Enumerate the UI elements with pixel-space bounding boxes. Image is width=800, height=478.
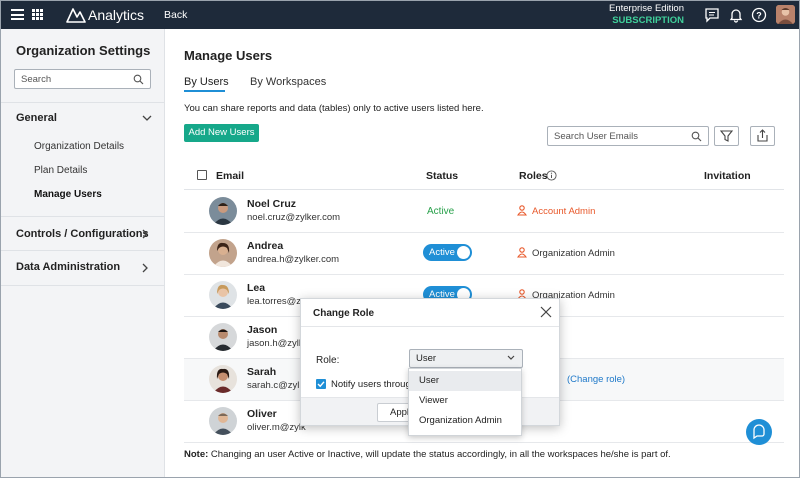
dialog-header: Change Role bbox=[301, 299, 559, 327]
filter-icon bbox=[719, 130, 734, 142]
tab-by-workspaces[interactable]: By Workspaces bbox=[250, 76, 326, 88]
back-link[interactable]: Back bbox=[164, 9, 187, 21]
select-all-checkbox[interactable] bbox=[197, 170, 207, 180]
info-text: You can share reports and data (tables) … bbox=[184, 103, 484, 114]
share-icon bbox=[757, 129, 768, 142]
user-email: noel.cruz@zylker.com bbox=[247, 212, 341, 223]
notify-checkbox[interactable] bbox=[316, 379, 326, 389]
sidebar-search bbox=[14, 69, 151, 89]
help-icon[interactable]: ? bbox=[751, 7, 767, 23]
role-label[interactable]: Account Admin bbox=[532, 206, 595, 217]
menu-icon[interactable] bbox=[11, 9, 24, 20]
user-name: Jason bbox=[247, 324, 278, 336]
dialog-title: Change Role bbox=[313, 308, 375, 319]
chevron-right-icon[interactable] bbox=[142, 229, 149, 239]
sidebar-item-manage-users[interactable]: Manage Users bbox=[34, 189, 102, 200]
user-role-icon bbox=[517, 247, 527, 258]
apps-grid-icon[interactable] bbox=[32, 9, 43, 20]
user-avatar[interactable] bbox=[776, 5, 795, 24]
sidebar-item-organization-details[interactable]: Organization Details bbox=[34, 141, 124, 152]
user-name: Oliver bbox=[247, 408, 277, 420]
sidebar-section-controls[interactable]: Controls / Configurations bbox=[16, 228, 149, 240]
avatar bbox=[209, 407, 237, 435]
role-option-viewer[interactable]: Viewer bbox=[409, 391, 521, 411]
add-new-users-button[interactable]: Add New Users bbox=[184, 124, 259, 142]
user-email: andrea.h@zylker.com bbox=[247, 254, 340, 265]
subscription-link[interactable]: SUBSCRIPTION bbox=[599, 15, 684, 27]
header-divider bbox=[184, 189, 784, 190]
svg-text:?: ? bbox=[756, 11, 762, 21]
avatar bbox=[209, 239, 237, 267]
user-email: oliver.m@zylk bbox=[247, 422, 306, 433]
user-role-icon bbox=[517, 205, 527, 216]
user-name: Sarah bbox=[247, 366, 277, 378]
close-icon[interactable] bbox=[540, 306, 552, 318]
column-header-status[interactable]: Status bbox=[426, 170, 458, 182]
edition-label: Enterprise Edition bbox=[609, 3, 684, 14]
role-dropdown-menu: User Viewer Organization Admin bbox=[408, 368, 522, 436]
role-field-label: Role: bbox=[316, 355, 340, 366]
app-title[interactable]: Analytics bbox=[88, 7, 144, 23]
email-search-input[interactable] bbox=[548, 127, 683, 145]
sidebar-title: Organization Settings bbox=[16, 43, 151, 58]
user-name: Andrea bbox=[247, 240, 284, 252]
divider bbox=[1, 216, 164, 217]
search-icon[interactable] bbox=[691, 131, 702, 142]
user-email: sarah.c@zylk bbox=[247, 380, 305, 391]
sidebar-item-plan-details[interactable]: Plan Details bbox=[34, 165, 87, 176]
feedback-icon[interactable] bbox=[704, 7, 720, 23]
note-label: Note: bbox=[184, 449, 209, 460]
email-search bbox=[547, 126, 709, 146]
checkmark-icon bbox=[317, 381, 325, 388]
export-button[interactable] bbox=[750, 126, 775, 146]
notify-label[interactable]: Notify users through bbox=[331, 379, 409, 390]
note-body: Changing an user Active or Inactive, wil… bbox=[210, 449, 671, 460]
avatar bbox=[209, 365, 237, 393]
sidebar-search-input[interactable] bbox=[15, 70, 125, 88]
status-toggle[interactable]: Active bbox=[423, 244, 472, 261]
note-text: Note: Changing an user Active or Inactiv… bbox=[184, 449, 671, 460]
sidebar-section-data-administration[interactable]: Data Administration bbox=[16, 261, 120, 273]
active-tab-indicator bbox=[184, 90, 225, 92]
column-header-email[interactable]: Email bbox=[216, 170, 244, 182]
column-header-roles[interactable]: Roles bbox=[519, 170, 548, 182]
chat-icon bbox=[753, 424, 765, 440]
role-select-value: User bbox=[416, 353, 437, 364]
status-label: Active bbox=[427, 206, 455, 217]
user-email: lea.torres@z bbox=[247, 296, 301, 307]
divider bbox=[1, 250, 164, 251]
table-row[interactable]: Noel Cruz noel.cruz@zylker.com Active Ac… bbox=[184, 191, 784, 233]
user-name: Lea bbox=[247, 282, 266, 294]
bell-icon[interactable] bbox=[728, 7, 744, 23]
avatar bbox=[209, 323, 237, 351]
change-role-link[interactable]: (Change role) bbox=[567, 374, 625, 385]
divider bbox=[1, 102, 164, 103]
table-row[interactable]: Andrea andrea.h@zylker.com Active Organi… bbox=[184, 233, 784, 275]
toggle-knob bbox=[457, 246, 470, 259]
role-select[interactable]: User bbox=[409, 349, 523, 368]
sidebar: Organization Settings General Organizati… bbox=[1, 29, 165, 477]
divider bbox=[1, 285, 164, 286]
role-option-user[interactable]: User bbox=[409, 371, 521, 391]
tab-by-users[interactable]: By Users bbox=[184, 76, 229, 88]
app-window: Analytics Back Enterprise Edition SUBSCR… bbox=[0, 0, 800, 478]
avatar bbox=[209, 197, 237, 225]
chat-support-button[interactable] bbox=[746, 419, 772, 445]
filter-button[interactable] bbox=[714, 126, 739, 146]
sidebar-section-general[interactable]: General bbox=[16, 112, 57, 124]
column-header-invitation[interactable]: Invitation bbox=[704, 170, 751, 182]
chevron-down-icon[interactable] bbox=[142, 115, 152, 122]
role-option-organization-admin[interactable]: Organization Admin bbox=[409, 411, 521, 431]
chevron-right-icon[interactable] bbox=[142, 263, 149, 273]
toggle-label: Active bbox=[429, 247, 455, 258]
role-label[interactable]: Organization Admin bbox=[532, 248, 615, 259]
analytics-logo-icon[interactable] bbox=[66, 6, 86, 23]
avatar bbox=[209, 281, 237, 309]
search-icon[interactable] bbox=[133, 74, 144, 85]
page-title: Manage Users bbox=[184, 48, 273, 63]
top-bar: Analytics Back Enterprise Edition SUBSCR… bbox=[1, 1, 799, 29]
info-icon[interactable] bbox=[546, 170, 557, 181]
user-name: Noel Cruz bbox=[247, 198, 297, 210]
chevron-down-icon bbox=[507, 355, 515, 360]
